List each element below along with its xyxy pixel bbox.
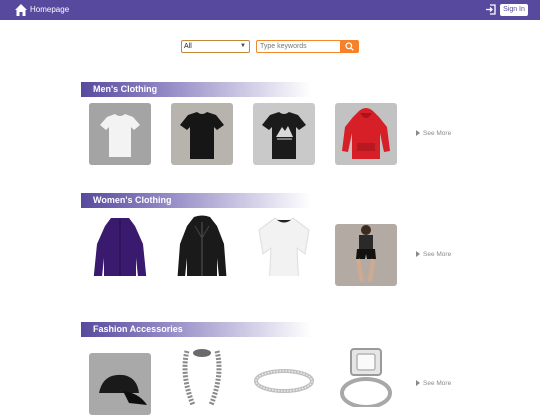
top-nav-bar: Homepage Sign In [0, 0, 540, 20]
see-more-label: See More [423, 251, 452, 258]
product-black-cap[interactable] [89, 353, 151, 415]
product-printed-tshirt[interactable] [253, 103, 315, 165]
home-icon[interactable] [14, 3, 28, 17]
black-tshirt-image [171, 103, 233, 165]
see-more-label: See More [423, 380, 452, 387]
search-icon [345, 42, 354, 51]
section-title-mens-clothing: Men's Clothing [81, 82, 311, 97]
chain-bracelet-image [171, 345, 233, 407]
white-tshirt-image [89, 103, 151, 165]
product-diamond-ring[interactable] [335, 345, 397, 407]
play-arrow-icon [416, 380, 420, 386]
leather-jacket-image [171, 214, 233, 276]
category-select[interactable]: All ▼ [181, 40, 250, 53]
diamond-ring-image [335, 345, 397, 407]
homepage-link[interactable]: Homepage [30, 5, 69, 15]
section-title-fashion-accessories: Fashion Accessories [81, 322, 311, 337]
product-diamond-bangle[interactable] [253, 353, 315, 415]
black-cap-image [89, 353, 151, 415]
play-arrow-icon [416, 130, 420, 136]
product-red-hoodie[interactable] [335, 103, 397, 165]
product-chain-bracelet[interactable] [171, 345, 233, 407]
play-arrow-icon [416, 251, 420, 257]
see-more-label: See More [423, 130, 452, 137]
category-select-value: All [184, 43, 192, 50]
see-more-womens-clothing[interactable]: See More [416, 251, 451, 259]
product-purple-jacket[interactable] [89, 214, 151, 276]
chevron-down-icon: ▼ [240, 43, 246, 49]
see-more-fashion-accessories[interactable]: See More [416, 380, 451, 388]
section-title-womens-clothing: Women's Clothing [81, 193, 311, 208]
product-black-tshirt[interactable] [171, 103, 233, 165]
red-hoodie-image [335, 103, 397, 165]
product-white-tshirt[interactable] [89, 103, 151, 165]
product-white-top[interactable] [253, 214, 315, 276]
purple-jacket-image [89, 214, 151, 276]
search-input[interactable]: Type keywords [256, 40, 341, 53]
search-button[interactable] [340, 40, 359, 53]
product-leather-jacket[interactable] [171, 214, 233, 276]
see-more-mens-clothing[interactable]: See More [416, 130, 451, 138]
printed-tshirt-image [253, 103, 315, 165]
sign-in-button[interactable]: Sign In [500, 4, 528, 16]
product-black-shorts-outfit[interactable] [335, 224, 397, 286]
login-icon[interactable] [485, 4, 496, 15]
diamond-bangle-image [253, 353, 315, 415]
black-shorts-outfit-image [335, 224, 397, 286]
white-top-image [253, 214, 315, 276]
